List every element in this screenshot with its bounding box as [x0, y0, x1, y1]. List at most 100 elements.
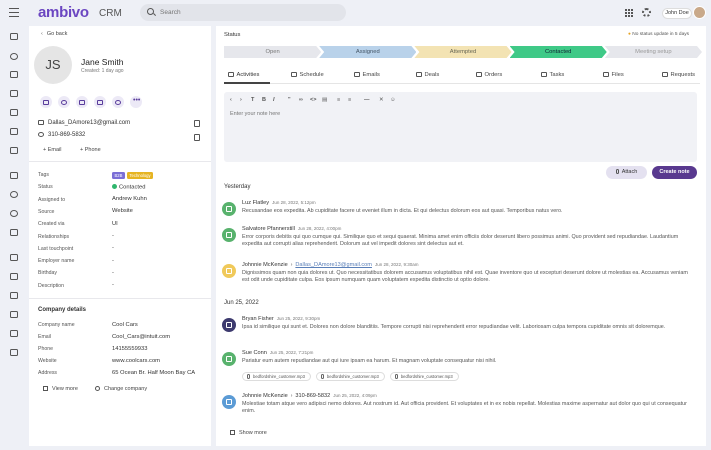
activity-author[interactable]: Johnnie McKenzie: [242, 262, 288, 268]
tab-files[interactable]: Files: [603, 72, 624, 78]
tab-deals[interactable]: Deals: [416, 72, 439, 78]
property-value[interactable]: -: [112, 245, 114, 251]
activity-author[interactable]: Salvatore Pfannerstill: [242, 226, 295, 232]
activity-date: Jun 28, 2022, 9:30am: [374, 262, 419, 267]
user-avatar[interactable]: [693, 6, 706, 19]
tab-schedule[interactable]: Schedule: [291, 72, 324, 78]
quote-icon[interactable]: ": [288, 97, 291, 103]
tab-activities[interactable]: Activities: [228, 72, 259, 78]
activity-target[interactable]: Dallas_DAmore13@gmail.com: [295, 262, 372, 268]
people-icon[interactable]: [10, 191, 18, 198]
property-value[interactable]: -: [112, 233, 114, 239]
attachment-chip[interactable]: bedfordshire_customer.mp3: [389, 372, 459, 381]
add-phone-button[interactable]: + Phone: [80, 147, 101, 153]
call-action-button[interactable]: [58, 96, 70, 108]
company-field-value: 14155559933: [112, 345, 148, 352]
reports-icon[interactable]: [10, 311, 18, 318]
attachment-chip[interactable]: bedfordshire_customer.mp3: [242, 372, 311, 381]
tab-tasks[interactable]: Tasks: [541, 72, 564, 78]
go-back-link[interactable]: ‹ Go back: [41, 31, 67, 37]
property-value[interactable]: Website: [112, 208, 133, 214]
bullet-list-icon[interactable]: ≡: [348, 97, 351, 103]
apps-grid-icon[interactable]: [625, 9, 633, 17]
schedule-action-button[interactable]: [94, 96, 106, 108]
tab-requests[interactable]: Requests: [662, 72, 695, 78]
clipboard-icon[interactable]: [10, 292, 18, 299]
clear-format-icon[interactable]: ✕: [379, 97, 384, 103]
table-icon[interactable]: ▤: [322, 97, 327, 103]
status-stage[interactable]: Contacted: [510, 46, 607, 58]
activity-author[interactable]: Sue Conn: [242, 350, 267, 356]
status-stage[interactable]: Meeting setup: [605, 46, 702, 58]
handshake-icon[interactable]: [10, 229, 18, 236]
book-icon[interactable]: [10, 349, 18, 356]
folder-icon[interactable]: [10, 109, 18, 116]
property-value[interactable]: B2B Technology: [112, 171, 155, 179]
contact-email[interactable]: Dallas_DAmore13@gmail.com: [48, 120, 130, 126]
phone-settings-icon[interactable]: [10, 254, 18, 261]
apps-icon[interactable]: [10, 147, 18, 154]
building-icon[interactable]: [10, 172, 18, 179]
link-icon[interactable]: ∞: [299, 97, 303, 103]
activity-author[interactable]: Johnnie McKenzie: [242, 393, 288, 399]
task-action-button[interactable]: [112, 96, 124, 108]
property-label: Tags: [38, 172, 49, 178]
bold-icon[interactable]: B: [262, 97, 266, 103]
status-stage[interactable]: Assigned: [319, 46, 416, 58]
calendar-icon: [97, 99, 103, 105]
sms-action-button[interactable]: [76, 96, 88, 108]
copy-email-icon[interactable]: [194, 120, 200, 127]
gear-icon[interactable]: [642, 8, 651, 17]
tab-emails[interactable]: Emails: [354, 72, 380, 78]
ordered-list-icon[interactable]: ≡: [337, 97, 340, 103]
property-value[interactable]: -: [112, 270, 114, 276]
status-stage[interactable]: Open: [224, 46, 321, 58]
copy-phone-icon[interactable]: [194, 134, 200, 141]
dollar-icon[interactable]: [10, 273, 18, 280]
app-logo[interactable]: ambivo: [38, 4, 89, 21]
analytics-icon[interactable]: [10, 330, 18, 337]
search-input[interactable]: [160, 7, 340, 18]
attach-button[interactable]: Attach: [606, 166, 647, 179]
activity-author[interactable]: Bryan Fisher: [242, 316, 274, 322]
redo-icon[interactable]: ›: [240, 97, 242, 103]
emoji-icon[interactable]: ☺: [390, 97, 396, 103]
property-value[interactable]: UI: [112, 221, 118, 227]
status-stage[interactable]: Attempted: [414, 46, 511, 58]
activity-target[interactable]: 310-869-5832: [295, 393, 330, 399]
code-icon[interactable]: <>: [310, 97, 316, 103]
chat-icon: [79, 99, 85, 105]
megaphone-icon[interactable]: [10, 128, 18, 135]
italic-icon[interactable]: I: [273, 97, 275, 103]
contact-phone[interactable]: 310-869-5832: [48, 132, 85, 138]
attachment-name: bedfordshire_customer.mp3: [253, 374, 305, 379]
property-value[interactable]: Andrew Kuhn: [112, 196, 147, 202]
home-icon[interactable]: [10, 33, 18, 40]
show-more-button[interactable]: Show more: [230, 430, 267, 436]
create-note-button[interactable]: Create note: [652, 166, 697, 179]
activity-header: Luz Flatley Jun 28, 2022, 5:12pm: [242, 200, 316, 206]
calendar-icon[interactable]: [10, 71, 18, 78]
view-more-button[interactable]: View more: [43, 386, 78, 392]
tab-orders[interactable]: Orders: [476, 72, 502, 78]
more-actions-button[interactable]: •••: [130, 96, 142, 108]
menu-icon[interactable]: [9, 8, 19, 17]
attachment-chip[interactable]: bedfordshire_customer.mp3: [315, 372, 385, 381]
user-menu[interactable]: John Doe: [662, 8, 692, 19]
search-bar[interactable]: [140, 4, 346, 21]
add-email-button[interactable]: + Email: [43, 147, 62, 153]
property-value[interactable]: -: [112, 282, 114, 288]
property-value[interactable]: -: [112, 258, 114, 264]
check-circle-icon[interactable]: [10, 53, 18, 60]
email-action-button[interactable]: [40, 96, 52, 108]
note-input[interactable]: [230, 111, 690, 155]
search-icon: [147, 8, 154, 15]
horizontal-rule-icon[interactable]: —: [364, 97, 370, 103]
undo-icon[interactable]: ‹: [230, 97, 232, 103]
property-value[interactable]: Contacted: [112, 183, 145, 190]
change-company-button[interactable]: Change company: [95, 386, 147, 392]
contacts-icon[interactable]: [10, 210, 18, 217]
mail-icon[interactable]: [10, 90, 18, 97]
heading-icon[interactable]: T: [251, 97, 254, 103]
activity-author[interactable]: Luz Flatley: [242, 200, 269, 206]
